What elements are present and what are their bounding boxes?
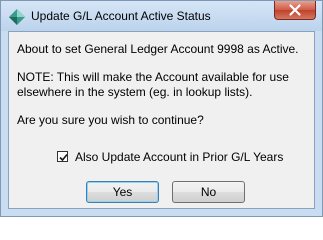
prior-years-label: Also Update Account in Prior G/L Years [75,150,284,164]
dialog-window: Update G/L Account Active Status About t… [0,0,323,217]
title-bar[interactable]: Update G/L Account Active Status [1,1,322,31]
note-text-line-2: elsewhere in the system (eg. in lookup l… [17,85,253,99]
note-text-line-1: NOTE: This will make the Account availab… [17,70,289,84]
diamond-app-icon [9,9,25,25]
dialog-body: About to set General Ledger Account 9998… [8,31,315,209]
yes-button[interactable]: Yes [86,181,159,203]
confirm-question: Are you sure you wish to continue? [17,113,204,127]
close-button[interactable] [274,1,316,20]
prior-years-checkbox[interactable] [57,151,68,162]
no-button[interactable]: No [172,181,245,203]
checkmark-icon [59,153,68,162]
message-text: About to set General Ledger Account 9998… [17,42,299,56]
close-icon [289,4,301,16]
window-title: Update G/L Account Active Status [31,9,211,23]
